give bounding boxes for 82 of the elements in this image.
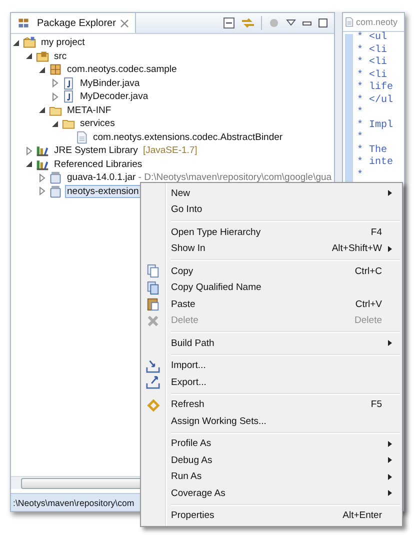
code-line: * — [357, 132, 364, 143]
menu-item[interactable]: Assign Working Sets... — [171, 416, 266, 427]
menu-item[interactable]: Import... — [171, 360, 206, 372]
java-icon — [62, 76, 75, 90]
menu-item[interactable]: Open Type Hierarchy — [171, 226, 261, 238]
package-icon — [49, 63, 62, 76]
code-line: * </ul — [357, 94, 394, 106]
code-line: * <ul — [357, 32, 388, 43]
jar-icon — [49, 184, 62, 198]
status-text: :\Neotys\maven\repository\com — [13, 498, 134, 508]
paste-icon — [146, 297, 160, 312]
menu-item[interactable]: Refresh — [171, 399, 204, 410]
tree-item[interactable]: src — [52, 50, 69, 63]
tree-item-decoration: [JavaSE-1.7] — [142, 145, 198, 156]
folder-icon — [62, 117, 75, 130]
expanded-arrow-icon[interactable] — [50, 118, 60, 129]
collapse-all-icon[interactable] — [223, 17, 235, 29]
code-line: * Impl — [357, 120, 394, 130]
code-line: * <li — [357, 57, 388, 68]
menu-shortcut: Delete — [354, 315, 382, 326]
menu-shortcut: F4 — [370, 226, 382, 238]
tree-item[interactable]: Referenced Libraries — [52, 158, 144, 171]
menu-item[interactable]: New — [171, 188, 190, 199]
menu-item[interactable]: Export... — [171, 376, 206, 388]
jar-icon — [49, 171, 62, 184]
menu-item[interactable]: Coverage As — [171, 488, 226, 499]
tree-item[interactable]: neotys-extension — [65, 184, 141, 198]
menu-item[interactable]: Copy Qualified Name — [171, 282, 262, 294]
editor-tab[interactable]: com.neoty — [356, 17, 398, 27]
menu-item[interactable]: Show In — [171, 243, 206, 254]
java-icon — [62, 90, 75, 104]
expanded-arrow-icon[interactable] — [11, 38, 21, 48]
menu-item[interactable]: Profile As — [171, 438, 212, 450]
view-menu-icon[interactable] — [286, 19, 296, 27]
menu-item[interactable]: Build Path — [171, 338, 214, 349]
submenu-arrow-icon — [386, 244, 394, 253]
tree-item[interactable]: com.neotys.extensions.codec.AbstractBinder — [91, 130, 285, 144]
menu-shortcut: Ctrl+C — [354, 266, 382, 277]
menu-shortcut: Alt+Shift+W — [332, 243, 382, 254]
code-line: * The — [357, 144, 388, 156]
delete-icon — [146, 314, 160, 328]
tree-item[interactable]: MyDecoder.java — [78, 90, 150, 104]
menu-shortcut: F5 — [370, 399, 382, 410]
submenu-arrow-icon — [386, 339, 394, 348]
code-line: * — [357, 170, 364, 180]
tree-item[interactable]: JRE System Library — [52, 144, 140, 158]
code-line: * inte — [357, 157, 394, 168]
expanded-arrow-icon[interactable] — [24, 51, 34, 62]
collapsed-arrow-icon[interactable] — [37, 186, 47, 196]
project-icon — [23, 36, 36, 50]
expanded-arrow-icon[interactable] — [37, 64, 47, 75]
copy-icon — [146, 264, 160, 278]
tree-item[interactable]: META-INF — [65, 104, 114, 117]
source-folder-icon — [36, 50, 49, 63]
library-icon — [36, 158, 49, 171]
copy-qualified-icon — [146, 280, 160, 295]
menu-item[interactable]: Paste — [171, 298, 196, 310]
menu-shortcut: Alt+Enter — [342, 510, 382, 522]
tree-item[interactable]: my project — [39, 36, 87, 50]
tree-item[interactable]: MyBinder.java — [78, 76, 142, 90]
tree-item[interactable]: services — [78, 117, 117, 130]
menu-item[interactable]: Go Into — [171, 204, 202, 216]
library-icon — [36, 144, 49, 158]
menu-item[interactable]: Properties — [171, 510, 214, 522]
menu-item[interactable]: Debug As — [171, 454, 212, 466]
close-icon[interactable] — [120, 18, 129, 28]
export-icon — [146, 375, 160, 390]
expanded-arrow-icon[interactable] — [24, 159, 34, 170]
code-line: * — [357, 107, 364, 118]
menu-item[interactable]: Run As — [171, 471, 202, 482]
menu-item[interactable]: Copy — [171, 266, 194, 277]
tree-item[interactable]: guava-14.0.1.jar - D:\Neotys\maven\repository\com\google\gua — [65, 171, 334, 184]
maximize-icon[interactable] — [318, 18, 328, 28]
menu-shortcut: Ctrl+V — [355, 298, 382, 310]
tree-item[interactable]: com.neotys.codec.sample — [65, 63, 179, 76]
expanded-arrow-icon[interactable] — [37, 105, 47, 116]
code-line: * life — [357, 82, 394, 93]
file-icon — [75, 130, 88, 144]
code-line: * <li — [357, 44, 388, 56]
code-line: * <li — [357, 70, 388, 80]
import-icon — [146, 358, 160, 373]
submenu-arrow-icon — [386, 189, 394, 198]
